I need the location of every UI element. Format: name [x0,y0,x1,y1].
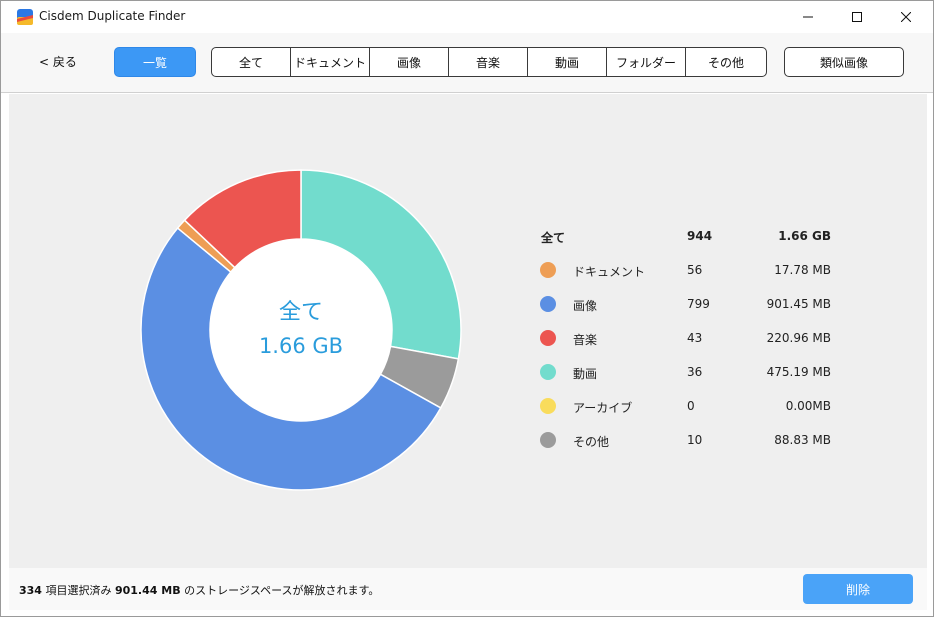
legend-dot-icon [540,432,556,448]
legend-item-name: アーカイブ [573,401,633,415]
legend-item-name: 動画 [573,367,598,381]
legend-item-size: 88.83 MB [774,433,831,447]
legend-item-size: 901.45 MB [766,297,831,311]
legend-item-count: 0 [687,399,695,413]
tab-others[interactable]: その他 [686,48,766,76]
maximize-icon [852,11,862,22]
legend-item-count: 56 [687,263,703,277]
tab-music[interactable]: 音楽 [449,48,528,76]
status-bar: 334 項目選択済み 901.44 MB のストレージスペースが解放されます。 … [9,568,927,610]
legend-item-count: 799 [687,297,710,311]
back-button[interactable]: < 戻る [39,53,77,70]
app-window: Cisdem Duplicate Finder < 戻る 一覧 全て ドキュメン… [0,0,934,617]
donut-chart: 全て 1.66 GB [139,168,463,492]
selected-count: 334 [19,584,42,597]
freed-space-text: のストレージスペースが解放されます。 [184,584,380,597]
legend-row-images: 画像 799 901.45 MB [539,287,839,321]
category-segmented-control: 全て ドキュメント 画像 音楽 動画 フォルダー その他 [211,47,767,77]
legend-row-videos: 動画 36 475.19 MB [539,355,839,389]
freed-size: 901.44 MB [114,584,181,597]
tab-images[interactable]: 画像 [370,48,449,76]
close-button[interactable] [883,1,929,32]
legend-item-name: その他 [573,435,610,449]
legend-item-count: 36 [687,365,703,379]
legend-dot-icon [540,296,556,312]
tab-folders[interactable]: フォルダー [607,48,686,76]
overview-button[interactable]: 一覧 [114,47,196,77]
maximize-button[interactable] [834,1,880,32]
legend-item-size: 17.78 MB [774,263,831,277]
legend-total-count: 944 [687,229,713,243]
overview-panel: 全て 1.66 GB 全て 944 1.66 GB ドキュメント 56 17.7… [9,94,927,568]
tab-all[interactable]: 全て [212,48,291,76]
delete-button[interactable]: 削除 [803,574,913,604]
legend-dot-icon [540,364,556,380]
legend-dot-icon [540,398,556,414]
legend-dot-icon [540,330,556,346]
title-bar: Cisdem Duplicate Finder [1,1,933,33]
donut-hole [210,239,392,421]
donut-chart-svg [140,169,462,491]
selection-summary: 334 項目選択済み 901.44 MB のストレージスペースが解放されます。 [19,582,379,598]
legend-row-documents: ドキュメント 56 17.78 MB [539,253,839,287]
legend-item-count: 43 [687,331,703,345]
legend-dot-icon [540,262,556,278]
legend-item-name: 音楽 [573,333,598,347]
close-icon [901,11,911,22]
window-title: Cisdem Duplicate Finder [39,9,186,23]
legend: 全て 944 1.66 GB ドキュメント 56 17.78 MB 画像 799… [539,219,839,457]
minimize-button[interactable] [785,1,831,32]
legend-item-size: 220.96 MB [766,331,831,345]
legend-row-archives: アーカイブ 0 0.00MB [539,389,839,423]
tab-videos[interactable]: 動画 [528,48,607,76]
legend-total-name: 全て [541,231,566,245]
legend-total-size: 1.66 GB [778,229,831,243]
toolbar: < 戻る 一覧 全て ドキュメント 画像 音楽 動画 フォルダー その他 類似画… [1,33,933,93]
legend-item-name: 画像 [573,299,598,313]
selected-text: 項目選択済み [45,584,112,597]
app-logo-icon [17,9,33,25]
legend-item-size: 0.00MB [785,399,831,413]
tab-documents[interactable]: ドキュメント [291,48,370,76]
legend-item-size: 475.19 MB [766,365,831,379]
legend-row-total: 全て 944 1.66 GB [539,219,839,253]
minimize-icon [803,16,813,17]
legend-item-count: 10 [687,433,703,447]
legend-row-music: 音楽 43 220.96 MB [539,321,839,355]
similar-images-button[interactable]: 類似画像 [784,47,904,77]
legend-item-name: ドキュメント [573,265,646,279]
legend-row-others: その他 10 88.83 MB [539,423,839,457]
